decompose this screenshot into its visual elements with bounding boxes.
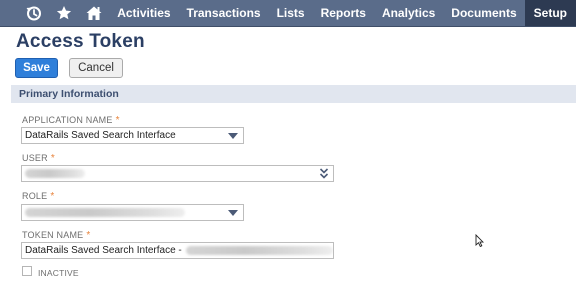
inactive-label: INACTIVE: [38, 268, 79, 278]
redacted-role-value: [25, 208, 185, 217]
user-label: USER *: [22, 153, 55, 164]
dropdown-caret-icon: [228, 133, 238, 139]
application-name-label-text: APPLICATION NAME: [22, 115, 113, 125]
section-header-primary-information[interactable]: Primary Information: [11, 85, 576, 103]
required-marker: *: [115, 115, 120, 126]
save-button[interactable]: Save: [15, 58, 58, 78]
application-name-label: APPLICATION NAME *: [22, 115, 120, 126]
role-label: ROLE *: [22, 191, 54, 202]
token-name-input[interactable]: DataRails Saved Search Interface -: [21, 242, 334, 259]
token-name-label: TOKEN NAME *: [22, 230, 90, 241]
mouse-pointer-icon: [475, 234, 484, 247]
user-label-text: USER: [22, 153, 48, 163]
favorites-star-icon[interactable]: [49, 0, 79, 26]
home-icon[interactable]: [79, 0, 109, 26]
token-name-label-text: TOKEN NAME: [22, 230, 84, 240]
nav-item-analytics[interactable]: Analytics: [374, 0, 443, 26]
double-chevron-icon: [319, 168, 329, 179]
nav-item-setup[interactable]: Setup: [524, 0, 576, 26]
cancel-button[interactable]: Cancel: [69, 58, 123, 78]
required-marker: *: [86, 230, 91, 241]
inactive-checkbox[interactable]: [22, 266, 32, 276]
token-name-value: DataRails Saved Search Interface -: [25, 245, 182, 256]
nav-divider: [0, 26, 576, 27]
section-title: Primary Information: [19, 88, 119, 100]
role-select[interactable]: [21, 204, 244, 221]
required-marker: *: [50, 191, 55, 202]
top-navigation-bar: Activities Transactions Lists Reports An…: [0, 0, 576, 26]
role-label-text: ROLE: [22, 191, 48, 201]
application-name-select[interactable]: DataRails Saved Search Interface: [21, 127, 244, 144]
application-name-value: DataRails Saved Search Interface: [25, 130, 176, 141]
nav-item-documents[interactable]: Documents: [443, 0, 524, 26]
required-marker: *: [50, 153, 55, 164]
recent-records-icon[interactable]: [19, 0, 49, 26]
nav-item-transactions[interactable]: Transactions: [179, 0, 269, 26]
redacted-token-name-suffix: [185, 246, 333, 255]
page-title: Access Token: [16, 31, 145, 52]
dropdown-caret-icon: [228, 210, 238, 216]
nav-item-activities[interactable]: Activities: [109, 0, 178, 26]
user-select[interactable]: [21, 165, 334, 182]
nav-item-reports[interactable]: Reports: [313, 0, 374, 26]
nav-item-lists[interactable]: Lists: [269, 0, 313, 26]
redacted-user-value: [25, 169, 85, 178]
